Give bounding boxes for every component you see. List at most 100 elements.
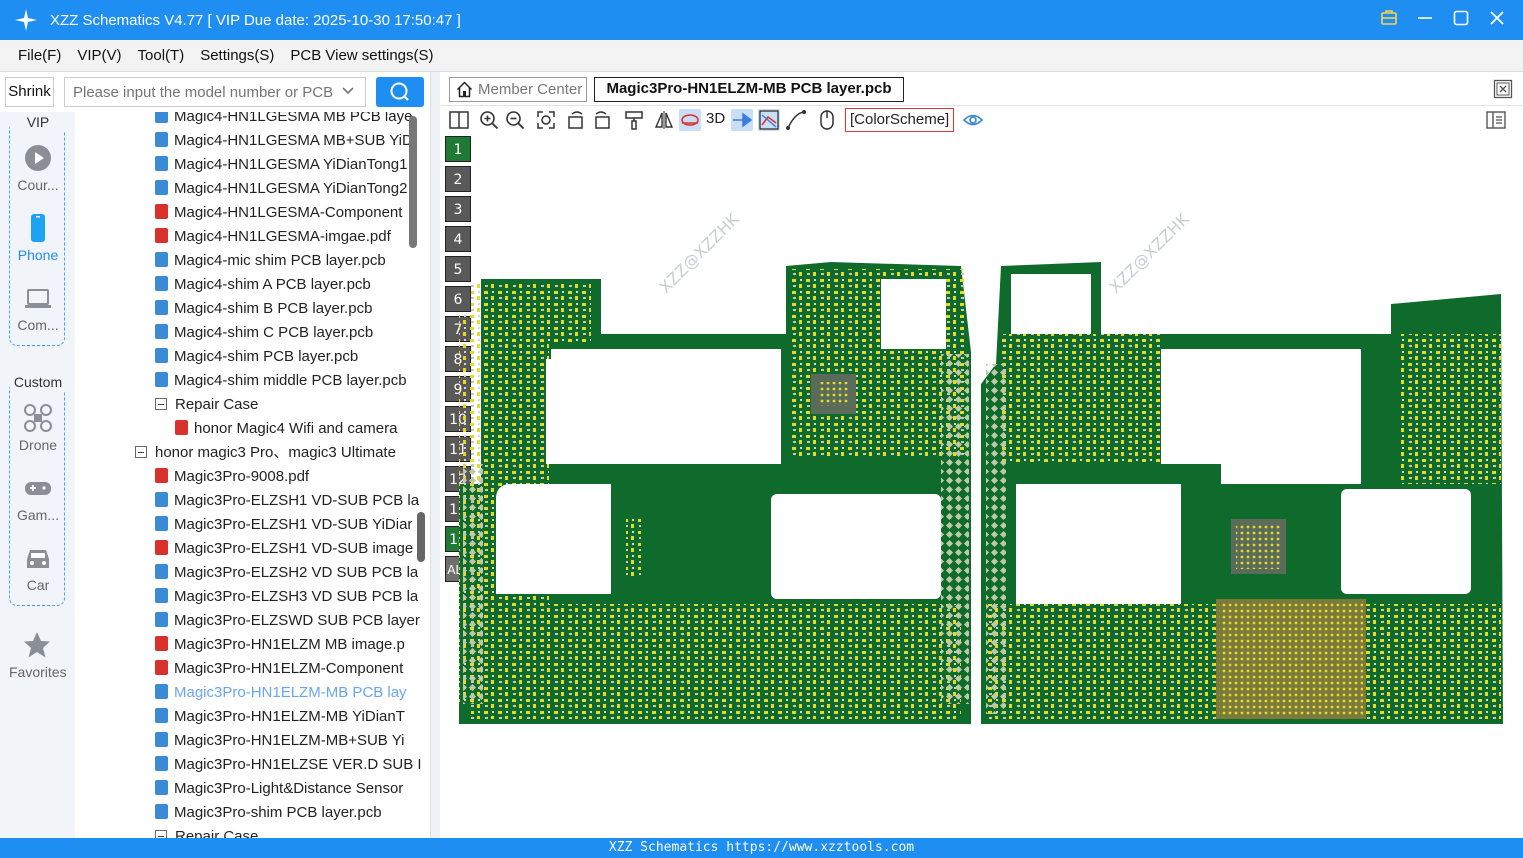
- tree-file[interactable]: Magic3Pro-ELZSH1 VD-SUB PCB la: [155, 489, 419, 513]
- panel-splitter[interactable]: [417, 72, 440, 838]
- flip-board-icon[interactable]: [679, 109, 701, 131]
- close-button[interactable]: [1485, 8, 1509, 32]
- tree-file[interactable]: Magic4-HN1LGESMA MB PCB laye: [155, 112, 412, 129]
- play-icon: [25, 145, 51, 171]
- rail-item-drone[interactable]: Drone: [10, 403, 66, 453]
- rail-item-label: Cour...: [17, 177, 59, 193]
- tab-member-center[interactable]: Member Center: [449, 77, 587, 102]
- tree-scrollbar-thumb[interactable]: [409, 116, 417, 248]
- tab-active-file[interactable]: Magic3Pro-HN1ELZM-MB PCB layer.pcb: [594, 77, 904, 102]
- shrink-button[interactable]: Shrink: [5, 77, 54, 107]
- panel-scrollbar-thumb[interactable]: [417, 512, 425, 562]
- menu-file[interactable]: File(F): [18, 47, 61, 64]
- tree-file[interactable]: Magic4-HN1LGESMA-imgae.pdf: [155, 225, 391, 249]
- mirror-icon[interactable]: [653, 109, 675, 131]
- net-highlight-icon[interactable]: [731, 109, 753, 131]
- tree-row-label: Magic4-HN1LGESMA YiDianTong1: [174, 156, 408, 173]
- collapse-icon[interactable]: [155, 830, 167, 838]
- tree-file[interactable]: Magic3Pro-ELZSH1 VD-SUB YiDiar: [155, 513, 412, 537]
- tree-file[interactable]: honor Magic4 Wifi and camera: [175, 417, 397, 441]
- tree-file[interactable]: Magic4-HN1LGESMA MB+SUB YiD: [155, 129, 413, 153]
- side-panel-toggle-icon[interactable]: [1485, 109, 1507, 131]
- tree-file[interactable]: Magic3Pro-9008.pdf: [155, 465, 309, 489]
- tree-folder[interactable]: Repair Case: [155, 393, 258, 417]
- tree-scrollbar[interactable]: [408, 112, 418, 838]
- rail-item-label: Car: [26, 577, 50, 593]
- vip-bag-icon[interactable]: [1377, 8, 1401, 32]
- tree-file[interactable]: Magic4-HN1LGESMA-Component: [155, 201, 402, 225]
- trace-view-icon[interactable]: [758, 109, 780, 131]
- tree-row-label: Magic3Pro-Light&Distance Sensor: [174, 780, 404, 797]
- menu-vip[interactable]: VIP(V): [77, 47, 121, 64]
- collapse-icon[interactable]: [135, 446, 147, 458]
- rail-item-label: Phone: [17, 247, 59, 263]
- menu-pcb-view-settings[interactable]: PCB View settings(S): [290, 47, 433, 64]
- maximize-button[interactable]: [1449, 8, 1473, 32]
- rail-item-game[interactable]: Gam...: [10, 473, 66, 523]
- tree-file[interactable]: Magic4-HN1LGESMA YiDianTong2: [155, 177, 407, 201]
- tree-file[interactable]: Magic4-shim C PCB layer.pcb: [155, 321, 373, 345]
- tree-row-label: Magic4-shim C PCB layer.pcb: [174, 324, 374, 341]
- tree-row-label: Magic3Pro-ELZSH1 VD-SUB YiDiar: [174, 516, 413, 533]
- pcb-file-icon: [155, 156, 168, 171]
- rail-item-car[interactable]: Car: [10, 543, 66, 593]
- search-input[interactable]: [64, 77, 366, 107]
- tree-file[interactable]: Magic3Pro-HN1ELZM-MB PCB lay: [155, 681, 407, 705]
- pcb-left-board[interactable]: XZZ@XZZHK: [459, 209, 971, 724]
- rail-item-label: Com...: [17, 317, 59, 333]
- rail-item-computer[interactable]: Com...: [10, 283, 66, 333]
- minimize-button[interactable]: [1413, 8, 1437, 32]
- paint-brush-icon[interactable]: [623, 109, 645, 131]
- chevron-down-icon[interactable]: [341, 84, 355, 98]
- tree-row-label: Magic3Pro-HN1ELZM MB image.p: [174, 636, 405, 653]
- tree-file[interactable]: Magic3Pro-ELZSH1 VD-SUB image: [155, 537, 413, 561]
- tree-file[interactable]: Magic3Pro-ELZSH3 VD SUB PCB la: [155, 585, 418, 609]
- eye-icon[interactable]: [962, 109, 984, 131]
- tree-file[interactable]: Magic4-shim PCB layer.pcb: [155, 345, 358, 369]
- tab-member-center-label: Member Center: [478, 81, 583, 98]
- pcb-board[interactable]: XZZ@XZZHK XZZ@XZZHK: [441, 134, 1523, 838]
- rotate-right-icon[interactable]: [591, 109, 613, 131]
- status-bar: XZZ Schematics https://www.xzztools.com: [0, 838, 1523, 858]
- fit-view-icon[interactable]: [535, 109, 557, 131]
- tree-row-label: Magic4-shim PCB layer.pcb: [174, 348, 359, 365]
- color-scheme-button[interactable]: [ColorScheme]: [845, 108, 955, 132]
- menu-settings[interactable]: Settings(S): [200, 47, 274, 64]
- zoom-out-icon[interactable]: [504, 109, 526, 131]
- tree-file[interactable]: Magic4-HN1LGESMA YiDianTong1: [155, 153, 407, 177]
- tree-file[interactable]: Magic3Pro-HN1ELZM-Component: [155, 657, 403, 681]
- rotate-left-icon[interactable]: [565, 109, 587, 131]
- pcb-right-board[interactable]: XZZ@XZZHK: [981, 209, 1503, 724]
- mouse-mode-icon[interactable]: [816, 109, 838, 131]
- close-tabs-icon[interactable]: [1493, 79, 1513, 99]
- tree-file[interactable]: Magic4-shim A PCB layer.pcb: [155, 273, 371, 297]
- measure-line-icon[interactable]: [785, 109, 807, 131]
- pcb-canvas[interactable]: 1 2 3 4 5 6 7 8 9 10 11 12 13 14 ALL XZZ…: [441, 134, 1523, 838]
- tree-file[interactable]: Magic3Pro-shim PCB layer.pcb: [155, 801, 382, 825]
- tree-file[interactable]: Magic3Pro-ELZSH2 VD SUB PCB la: [155, 561, 418, 585]
- rail-item-favorites[interactable]: Favorites: [9, 630, 67, 680]
- tree-file[interactable]: Magic3Pro-Light&Distance Sensor: [155, 777, 403, 801]
- rail-item-phone[interactable]: Phone: [10, 213, 66, 263]
- tree-row-label: Magic3Pro-ELZSH3 VD SUB PCB la: [174, 588, 419, 605]
- tree-file[interactable]: Magic3Pro-ELZSWD SUB PCB layer: [155, 609, 420, 633]
- watermark: XZZ@XZZHK: [655, 209, 743, 297]
- collapse-icon[interactable]: [155, 398, 167, 410]
- search-button[interactable]: [376, 77, 424, 107]
- menu-tool[interactable]: Tool(T): [138, 47, 185, 64]
- tree-file[interactable]: Magic4-shim middle PCB layer.pcb: [155, 369, 407, 393]
- zoom-in-icon[interactable]: [478, 109, 500, 131]
- split-view-icon[interactable]: [448, 109, 470, 131]
- tree-folder[interactable]: honor magic3 Pro、magic3 Ultimate: [135, 441, 396, 465]
- tree-file[interactable]: Magic4-shim B PCB layer.pcb: [155, 297, 372, 321]
- tree-file[interactable]: Magic4-mic shim PCB layer.pcb: [155, 249, 386, 273]
- tree-row-label: Magic4-shim A PCB layer.pcb: [174, 276, 371, 293]
- tree-file[interactable]: Magic3Pro-HN1ELZSE VER.D SUB I: [155, 753, 422, 777]
- rail-item-courses[interactable]: Cour...: [10, 143, 66, 193]
- tree-file[interactable]: Magic3Pro-HN1ELZM MB image.p: [155, 633, 405, 657]
- tree-file[interactable]: Magic3Pro-HN1ELZM-MB+SUB Yi: [155, 729, 404, 753]
- car-icon: [27, 550, 49, 568]
- tree-file[interactable]: Magic3Pro-HN1ELZM-MB YiDianT: [155, 705, 405, 729]
- 3d-view-button[interactable]: 3D: [706, 110, 725, 127]
- tree-folder[interactable]: Repair Case: [155, 825, 258, 838]
